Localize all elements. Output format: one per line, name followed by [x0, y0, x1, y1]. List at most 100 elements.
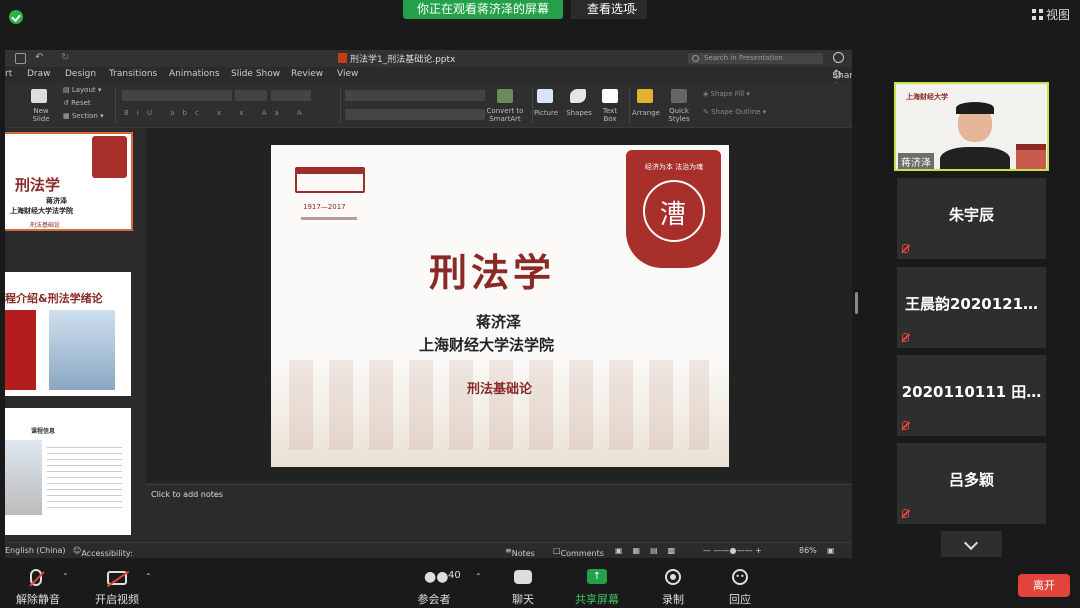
school-gate-logo [295, 167, 365, 193]
course-info-text [47, 442, 122, 512]
shapes-button[interactable]: Shapes [565, 109, 593, 117]
slide-thumbnail-1[interactable]: 刑法学 蒋济泽 上海财经大学法学院 刑法基础论 [5, 132, 133, 231]
mic-off-icon [29, 569, 45, 587]
notes-toggle-label: Notes [511, 549, 535, 558]
thumb1-subtitle: 刑法基础论 [30, 222, 61, 229]
ppt-ribbon: New Slide ▤ Layout ▾ ↺ Reset ▦ Section ▾… [5, 83, 852, 128]
font-family-select[interactable] [122, 90, 232, 101]
slide-subtitle: 刑法基础论 [467, 382, 533, 397]
slide-year: 1917—2017 [303, 203, 346, 211]
save-icon[interactable] [15, 53, 26, 64]
comments-toggle[interactable]: □ Comments [553, 546, 604, 558]
share-screen-button[interactable]: ↑ 共享屏幕 [575, 569, 619, 606]
new-slide-icon [31, 89, 47, 103]
menu-design[interactable]: Design [65, 69, 96, 79]
view-mode-icons[interactable]: ▣▦▤▩ [615, 546, 685, 555]
participant-tile[interactable]: 2020110111 田… [897, 355, 1046, 436]
account-icon[interactable] [833, 52, 844, 63]
slide-thumbnail-2[interactable]: 程介绍&刑法学绪论 [5, 272, 131, 396]
menu-animations[interactable]: Animations [169, 69, 220, 79]
school-seal-icon [92, 136, 127, 178]
notes-placeholder: Click to add notes [151, 490, 223, 499]
participants-label: 参会者 [417, 593, 451, 606]
audio-options-caret[interactable]: ⌃ [62, 572, 69, 581]
unmute-button[interactable]: 解除静音 [16, 569, 60, 606]
notes-toggle[interactable]: ≡ Notes [505, 546, 535, 558]
video-school-logo: 上海财经大学 [906, 93, 948, 101]
shared-screen-powerpoint: ↶ ↻ 刑法学1_刑法基础论.pptx Search in Presentati… [5, 50, 852, 558]
mic-muted-icon [902, 509, 909, 518]
language-status[interactable]: English (China) [5, 546, 66, 555]
menu-view[interactable]: View [337, 69, 358, 79]
notes-pane[interactable]: Click to add notes [146, 484, 852, 542]
shape-outline-button[interactable]: ✎ Shape Outline ▾ [703, 108, 766, 116]
share-button[interactable]: ☺+ Share ⌃ [832, 69, 852, 91]
font-grow-shrink[interactable] [271, 90, 311, 101]
meeting-toolbar: 解除静音 ⌃ 开启视频 ⌃ ●● 40 参会者 ⌃ 聊天 ↑ 共享屏幕 录制 •… [0, 558, 1080, 608]
section-button[interactable]: ▦ Section ▾ [63, 112, 104, 120]
arrange-button[interactable]: Arrange [631, 109, 661, 117]
record-label: 录制 [662, 593, 684, 606]
slide-title: 刑法学 [429, 250, 556, 295]
slide-thumbnail-3[interactable]: 课程信息 [5, 408, 131, 535]
mic-muted-icon [902, 244, 909, 253]
paragraph-list-controls[interactable] [345, 90, 485, 101]
video-options-caret[interactable]: ⌃ [145, 572, 152, 581]
participants-button[interactable]: ●● 40 参会者 [418, 569, 461, 606]
view-options-button[interactable]: 查看选项 ⌄ [571, 0, 647, 19]
record-icon [665, 569, 681, 585]
participant-tile[interactable]: 王晨韵2020121… [897, 267, 1046, 348]
reset-button[interactable]: ↺ Reset [63, 99, 91, 107]
seal-motto: 经济为本 法治为魂 [644, 163, 704, 171]
thumb1-name: 蒋济泽 [46, 197, 67, 205]
panel-resize-handle[interactable] [855, 292, 858, 314]
font-size-select[interactable] [235, 90, 267, 101]
slide-canvas[interactable]: 1917—2017 经济为本 法治为魂 漕 刑法学 蒋济泽 上海财经大学法学院 … [271, 145, 729, 467]
leave-meeting-button[interactable]: 离开 [1018, 574, 1070, 597]
powerpoint-file-icon [338, 53, 347, 63]
security-shield-icon[interactable] [9, 10, 23, 24]
record-button[interactable]: 录制 [662, 569, 684, 606]
slide-author: 蒋济泽 [476, 313, 522, 331]
participants-options-caret[interactable]: ⌃ [475, 572, 482, 581]
zoom-slider[interactable]: — ——●—— + [703, 546, 762, 555]
comments-toggle-label: Comments [560, 549, 604, 558]
menu-review[interactable]: Review [291, 69, 323, 79]
picture-icon [537, 89, 553, 103]
shape-fill-button[interactable]: ◈ Shape Fill ▾ [703, 90, 750, 98]
menu-insert[interactable]: rt [5, 69, 12, 79]
start-video-button[interactable]: 开启视频 [95, 569, 139, 606]
participant-tile[interactable]: 吕多颖 [897, 443, 1046, 524]
thumb3-title: 课程信息 [31, 428, 56, 435]
text-box-button[interactable]: Text Box [597, 107, 623, 123]
menu-draw[interactable]: Draw [27, 69, 51, 79]
search-presentation-input[interactable]: Search in Presentation [688, 53, 823, 64]
quick-styles-button[interactable]: Quick Styles [665, 107, 693, 123]
view-mode-button[interactable]: 视图 [1032, 6, 1070, 23]
chat-button[interactable]: 聊天 [512, 569, 534, 606]
unmute-label: 解除静音 [16, 593, 60, 606]
layout-button[interactable]: ▤ Layout ▾ [63, 86, 101, 94]
active-speaker-video[interactable]: 上海财经大学 蒋济泽 [894, 82, 1049, 171]
reactions-button[interactable]: •• 回应 [729, 569, 751, 606]
new-slide-button[interactable]: New Slide [27, 107, 55, 123]
accessibility-status[interactable]: ☺ Accessibility: Good to go [73, 546, 133, 558]
chat-icon [514, 570, 532, 584]
font-format-buttons[interactable]: BIU abc x x Aa A [124, 109, 310, 117]
mic-muted-icon [902, 421, 909, 430]
convert-smartart-button[interactable]: Convert to SmartArt [485, 107, 525, 123]
menu-slide-show[interactable]: Slide Show [231, 69, 280, 79]
thumb2-title: 程介绍&刑法学绪论 [5, 292, 103, 305]
paragraph-align-controls[interactable] [345, 109, 485, 120]
menu-transitions[interactable]: Transitions [109, 69, 157, 79]
fit-slide-icon[interactable]: ▣ [827, 546, 835, 555]
start-video-label: 开启视频 [95, 593, 139, 606]
campus-buildings-sketch [289, 360, 709, 450]
participant-tile[interactable]: 朱宇辰 [897, 178, 1046, 259]
scroll-down-button[interactable] [941, 531, 1002, 557]
picture-button[interactable]: Picture [532, 109, 560, 117]
redo-icon[interactable]: ↻ [61, 52, 69, 63]
document-title: 刑法学1_刑法基础论.pptx [338, 52, 455, 65]
undo-icon[interactable]: ↶ [35, 52, 43, 63]
zoom-level[interactable]: 86% [799, 546, 817, 555]
